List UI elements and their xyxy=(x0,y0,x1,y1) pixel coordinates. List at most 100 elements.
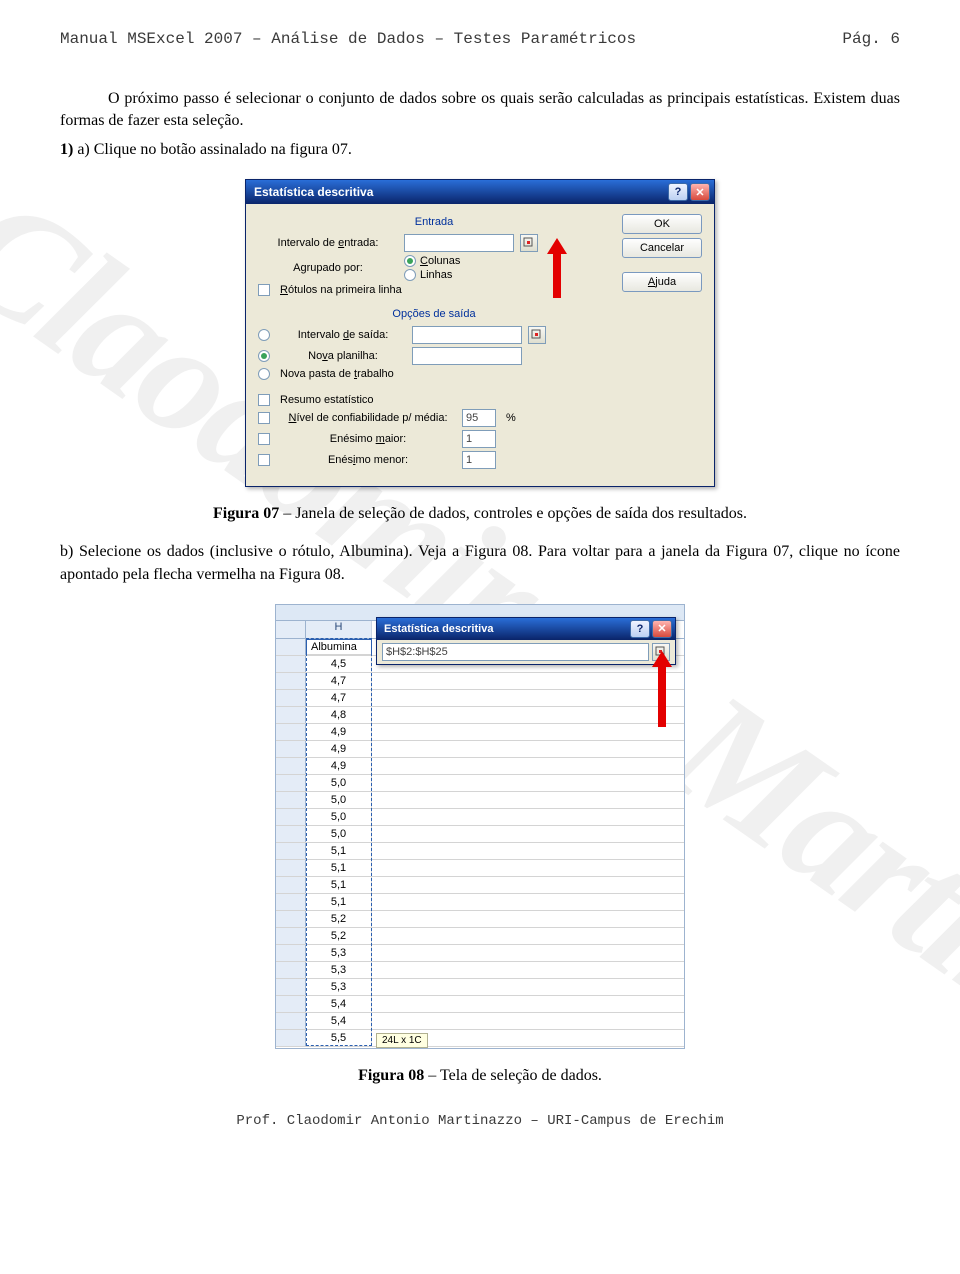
data-cell[interactable]: 5,2 xyxy=(306,911,372,927)
data-cell[interactable]: 5,5 xyxy=(306,1030,372,1046)
data-cell[interactable]: 4,9 xyxy=(306,741,372,757)
row-header[interactable] xyxy=(276,707,306,723)
label-nivel: Nível de confiabilidade p/ média: xyxy=(280,412,456,424)
cancel-button[interactable]: Cancelar xyxy=(622,238,702,258)
check-nivel[interactable] xyxy=(258,412,270,424)
radio-colunas[interactable] xyxy=(404,255,416,267)
data-cell[interactable]: 5,0 xyxy=(306,826,372,842)
dialog-titlebar[interactable]: Estatística descritiva ? ✕ xyxy=(246,180,714,204)
input-menor[interactable]: 1 xyxy=(462,451,496,469)
row-header[interactable] xyxy=(276,843,306,859)
label-resumo: Resumo estatístico xyxy=(280,394,374,406)
row-header[interactable] xyxy=(276,809,306,825)
range-picker-icon xyxy=(523,237,535,249)
label-intervalo-saida: Intervalo de saída: xyxy=(280,329,406,341)
radio-intervalo-saida[interactable] xyxy=(258,329,270,341)
row-header[interactable] xyxy=(276,979,306,995)
row-header[interactable] xyxy=(276,1013,306,1029)
input-nivel[interactable]: 95 xyxy=(462,409,496,427)
row-header[interactable] xyxy=(276,894,306,910)
row-header[interactable] xyxy=(276,962,306,978)
row-header[interactable] xyxy=(276,826,306,842)
data-cell[interactable]: 4,8 xyxy=(306,707,372,723)
row-header[interactable] xyxy=(276,1030,306,1046)
column-header[interactable]: H xyxy=(306,621,372,638)
row-header[interactable] xyxy=(276,928,306,944)
row-header[interactable] xyxy=(276,673,306,689)
row-header[interactable] xyxy=(276,945,306,961)
label-nova-pasta: Nova pasta de trabalho xyxy=(280,368,394,380)
data-cell[interactable]: 5,1 xyxy=(306,877,372,893)
help-button[interactable]: ? xyxy=(630,620,650,638)
row-header[interactable] xyxy=(276,741,306,757)
input-range-reference[interactable]: $H$2:$H$25 xyxy=(382,643,649,661)
row-header[interactable] xyxy=(276,775,306,791)
page-footer: Prof. Claodomir Antonio Martinazzo – URI… xyxy=(60,1113,900,1129)
header-left: Manual MSExcel 2007 – Análise de Dados –… xyxy=(60,30,636,48)
check-menor[interactable] xyxy=(258,454,270,466)
caption-figure-08: Figura 08 – Tela de seleção de dados. xyxy=(60,1067,900,1085)
label-agrupado: Agrupado por: xyxy=(258,262,398,274)
help-button[interactable]: ? xyxy=(668,183,688,201)
row-header[interactable] xyxy=(276,639,306,655)
page-header: Manual MSExcel 2007 – Análise de Dados –… xyxy=(60,30,900,48)
close-icon: ✕ xyxy=(695,186,704,199)
data-cell[interactable]: 5,3 xyxy=(306,945,372,961)
data-cell[interactable]: 4,5 xyxy=(306,656,372,672)
row-header[interactable] xyxy=(276,690,306,706)
data-cell[interactable]: 4,7 xyxy=(306,690,372,706)
row-header[interactable] xyxy=(276,860,306,876)
radio-nova-planilha[interactable] xyxy=(258,350,270,362)
row-header[interactable] xyxy=(276,724,306,740)
label-rotulos: Rótulos na primeira linha xyxy=(280,284,402,296)
cell-header[interactable]: Albumina xyxy=(306,639,372,655)
range-picker-icon xyxy=(531,329,543,341)
input-maior[interactable]: 1 xyxy=(462,430,496,448)
data-cell[interactable]: 5,0 xyxy=(306,809,372,825)
check-maior[interactable] xyxy=(258,433,270,445)
radio-linhas[interactable] xyxy=(404,269,416,281)
data-cell[interactable]: 5,1 xyxy=(306,894,372,910)
row-header[interactable] xyxy=(276,792,306,808)
selection-size-tooltip: 24L x 1C xyxy=(376,1033,428,1048)
data-cell[interactable]: 4,7 xyxy=(306,673,372,689)
label-maior: Enésimo maior: xyxy=(280,433,456,445)
data-cell[interactable]: 5,3 xyxy=(306,979,372,995)
close-button[interactable]: ✕ xyxy=(690,183,710,201)
input-nova-planilha[interactable] xyxy=(412,347,522,365)
radio-nova-pasta[interactable] xyxy=(258,368,270,380)
row-header[interactable] xyxy=(276,911,306,927)
row-header[interactable] xyxy=(276,656,306,672)
paragraph-2: 1) a) Clique no botão assinalado na figu… xyxy=(60,139,900,161)
data-cell[interactable]: 4,9 xyxy=(306,724,372,740)
paragraph-1: O próximo passo é selecionar o conjunto … xyxy=(60,88,900,133)
check-resumo[interactable] xyxy=(258,394,270,406)
data-cell[interactable]: 5,2 xyxy=(306,928,372,944)
label-intervalo-entrada: Intervalo de entrada: xyxy=(258,237,398,249)
row-header[interactable] xyxy=(276,877,306,893)
row-header[interactable] xyxy=(276,996,306,1012)
data-cell[interactable]: 5,1 xyxy=(306,843,372,859)
check-rotulos[interactable] xyxy=(258,284,270,296)
question-icon: ? xyxy=(637,623,644,635)
collapsed-range-dialog[interactable]: Estatística descritiva ? ✕ $H$2:$H$25 xyxy=(376,617,676,665)
close-button[interactable]: ✕ xyxy=(652,620,672,638)
data-cell[interactable]: 4,9 xyxy=(306,758,372,774)
range-picker-button-output[interactable] xyxy=(528,326,546,344)
data-cell[interactable]: 5,0 xyxy=(306,792,372,808)
range-picker-button[interactable] xyxy=(520,234,538,252)
input-intervalo-entrada[interactable] xyxy=(404,234,514,252)
label-colunas: Colunas xyxy=(420,255,460,267)
collapsed-dialog-title: Estatística descritiva xyxy=(384,623,493,635)
header-right: Pág. 6 xyxy=(842,30,900,48)
input-intervalo-saida[interactable] xyxy=(412,326,522,344)
data-cell[interactable]: 5,1 xyxy=(306,860,372,876)
help-button-side[interactable]: Ajuda xyxy=(622,272,702,292)
ok-button[interactable]: OK xyxy=(622,214,702,234)
data-cell[interactable]: 5,3 xyxy=(306,962,372,978)
paragraph-3: b) Selecione os dados (inclusive o rótul… xyxy=(60,541,900,586)
data-cell[interactable]: 5,4 xyxy=(306,1013,372,1029)
row-header[interactable] xyxy=(276,758,306,774)
data-cell[interactable]: 5,4 xyxy=(306,996,372,1012)
data-cell[interactable]: 5,0 xyxy=(306,775,372,791)
